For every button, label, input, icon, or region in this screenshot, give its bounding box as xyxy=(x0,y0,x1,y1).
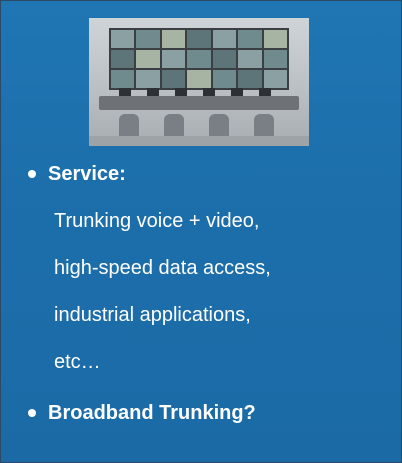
control-room-photo xyxy=(89,18,309,146)
service-line-1: Trunking voice + video, xyxy=(54,210,260,232)
service-line-4: etc… xyxy=(54,351,101,373)
bullet-broadband-label: Broadband Trunking? xyxy=(48,402,256,424)
slide-panel: Service: Trunking voice + video, high-sp… xyxy=(0,0,402,463)
bullet-broadband-trunking: Broadband Trunking? xyxy=(28,401,256,425)
operator-desk xyxy=(99,96,299,110)
bullet-dot-icon xyxy=(28,409,36,417)
bullet-service-label: Service: xyxy=(48,163,126,185)
video-wall xyxy=(109,28,289,90)
bullet-service: Service: xyxy=(28,162,126,186)
bullet-dot-icon xyxy=(28,170,36,178)
service-line-3: industrial applications, xyxy=(54,304,251,326)
service-line-2: high-speed data access, xyxy=(54,257,271,279)
